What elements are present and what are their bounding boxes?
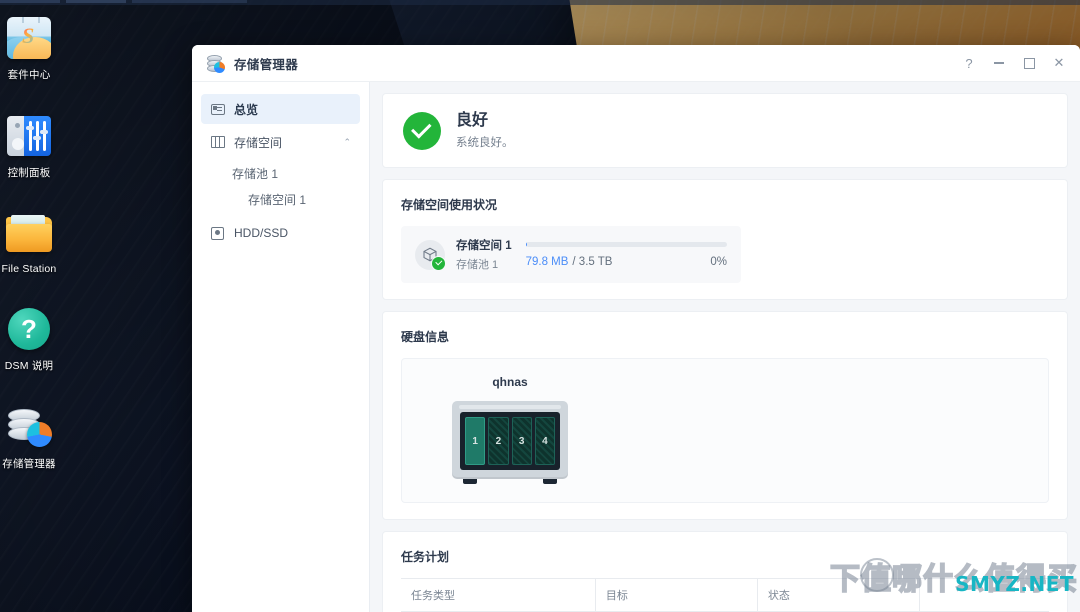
window-body: 总览 存储空间 ⌃ 存储池 1 存储空间 1 HDD/SSD 良好 系统良好。 … (192, 82, 1080, 612)
volume-progress-fill (525, 241, 527, 247)
column-header-task-type[interactable]: 任务类型 (401, 578, 596, 612)
screen: S 套件中心 控制面板 File Station ? DSM 说明 存储管理器 … (0, 0, 1080, 612)
sidebar-item-overview[interactable]: 总览 (201, 94, 360, 124)
health-text: 良好 系统良好。 (456, 111, 514, 150)
volume-total: / 3.5 TB (572, 255, 613, 268)
column-header-target[interactable]: 目标 (594, 578, 758, 612)
desktop-icon-list: S 套件中心 控制面板 File Station ? DSM 说明 存储管理器 (0, 14, 58, 501)
sidebar-item-storage-pool-1[interactable]: 存储池 1 (201, 160, 360, 186)
storage-manager-window: 存储管理器 ? ✕ 总览 存储空间 ⌃ 存储池 1 存储空间 1 HDD/SSD… (192, 45, 1080, 612)
volume-pool: 存储池 1 (456, 259, 499, 271)
disk-info-card: 硬盘信息 qhnas 1 2 3 4 (382, 311, 1068, 520)
sidebar-item-volume[interactable]: 存储空间 ⌃ (201, 127, 360, 157)
sidebar-item-label: 存储空间 (234, 135, 283, 150)
sidebar-item-hdd-ssd[interactable]: HDD/SSD (201, 218, 360, 248)
taskbar-segment (0, 0, 60, 3)
storage-manager-icon (206, 54, 225, 73)
disk-bay-2[interactable]: 2 (488, 417, 509, 465)
taskbar-segment (132, 0, 247, 3)
window-titlebar[interactable]: 存储管理器 ? ✕ (192, 45, 1080, 82)
column-header-status[interactable]: 状态 (756, 578, 920, 612)
volume-ok-badge (431, 255, 446, 271)
volume-usage-meter: 79.8 MB / 3.5 TB 0% (525, 241, 727, 268)
taskbar-segment (66, 0, 126, 3)
taskbar-strip[interactable] (0, 0, 1080, 5)
nas-enclosure-diagram[interactable]: 1 2 3 4 (452, 401, 568, 484)
desktop-icon-dsm-help[interactable]: ? DSM 说明 (0, 305, 58, 373)
nas-feet (452, 479, 568, 484)
health-status-desc: 系统良好。 (456, 137, 514, 149)
volume-cube-icon (415, 239, 446, 271)
task-schedule-title: 任务计划 (401, 550, 450, 564)
chevron-up-icon[interactable]: ⌃ (343, 137, 351, 148)
volume-percent: 0% (710, 255, 727, 268)
disk-info-title: 硬盘信息 (401, 330, 450, 344)
desktop-icon-label: DSM 说明 (4, 360, 54, 372)
hdd-icon (210, 226, 225, 241)
overview-icon (210, 102, 225, 117)
task-schedule-table: 任务类型 目标 状态 S.M.A.R.T. 检测 硬盘 1, 硬盘 2 已就绪 (401, 578, 1049, 612)
disk-bay-4[interactable]: 4 (534, 417, 555, 465)
desktop-icon-file-station[interactable]: File Station (0, 210, 58, 275)
sidebar-item-volume-1[interactable]: 存储空间 1 (201, 186, 360, 212)
volume-icon (210, 135, 225, 150)
sidebar: 总览 存储空间 ⌃ 存储池 1 存储空间 1 HDD/SSD (192, 82, 370, 612)
help-button[interactable]: ? (954, 49, 984, 77)
sidebar-item-label: 总览 (234, 102, 259, 117)
health-status-title: 良好 (456, 112, 489, 129)
disk-bay-3[interactable]: 3 (511, 417, 532, 465)
table-header-row: 任务类型 目标 状态 (401, 578, 1049, 612)
sidebar-item-label: 存储空间 1 (248, 192, 307, 207)
content-area: 良好 系统良好。 存储空间使用状况 存储空间 1 存储池 1 79.8 MB /… (370, 82, 1080, 612)
volume-name: 存储空间 1 (456, 240, 512, 252)
health-check-icon (403, 111, 441, 150)
system-health-card: 良好 系统良好。 (382, 93, 1068, 168)
desktop-icon-package-center[interactable]: S 套件中心 (0, 14, 58, 82)
storage-usage-title: 存储空间使用状况 (401, 198, 498, 212)
minimize-button[interactable] (984, 49, 1014, 77)
desktop-icon-label: 存储管理器 (2, 458, 56, 470)
volume-meta: 存储空间 1 存储池 1 (456, 237, 512, 272)
package-center-icon: S (5, 14, 53, 62)
volume-usage-row[interactable]: 存储空间 1 存储池 1 79.8 MB / 3.5 TB 0% (401, 226, 741, 283)
control-panel-icon (5, 112, 53, 160)
volume-numbers: 79.8 MB / 3.5 TB 0% (526, 256, 727, 268)
storage-usage-card: 存储空间使用状况 存储空间 1 存储池 1 79.8 MB / 3.5 TB 0… (382, 179, 1068, 300)
file-station-icon (5, 210, 53, 258)
desktop-icon-storage-manager[interactable]: 存储管理器 (0, 403, 58, 471)
dsm-help-icon: ? (5, 305, 53, 353)
nas-name: qhnas (492, 375, 528, 389)
sidebar-item-label: HDD/SSD (234, 226, 289, 240)
desktop-icon-label: File Station (1, 263, 57, 275)
desktop-icon-label: 套件中心 (7, 69, 51, 81)
volume-progress-bar (525, 241, 727, 247)
column-header-date[interactable] (918, 578, 1049, 612)
volume-used: 79.8 MB (525, 255, 569, 268)
window-title: 存储管理器 (234, 57, 299, 72)
storage-manager-icon (5, 403, 53, 451)
close-button[interactable]: ✕ (1044, 49, 1074, 77)
desktop-icon-control-panel[interactable]: 控制面板 (0, 112, 58, 180)
maximize-button[interactable] (1014, 49, 1044, 77)
desktop-icon-label: 控制面板 (7, 167, 51, 179)
nas-enclosure-panel: qhnas 1 2 3 4 (401, 358, 1049, 503)
sidebar-item-label: 存储池 1 (232, 166, 279, 181)
window-controls: ? ✕ (954, 49, 1074, 77)
disk-bay-1[interactable]: 1 (465, 417, 486, 465)
task-schedule-card: 任务计划 任务类型 目标 状态 S.M.A.R. (382, 531, 1068, 612)
